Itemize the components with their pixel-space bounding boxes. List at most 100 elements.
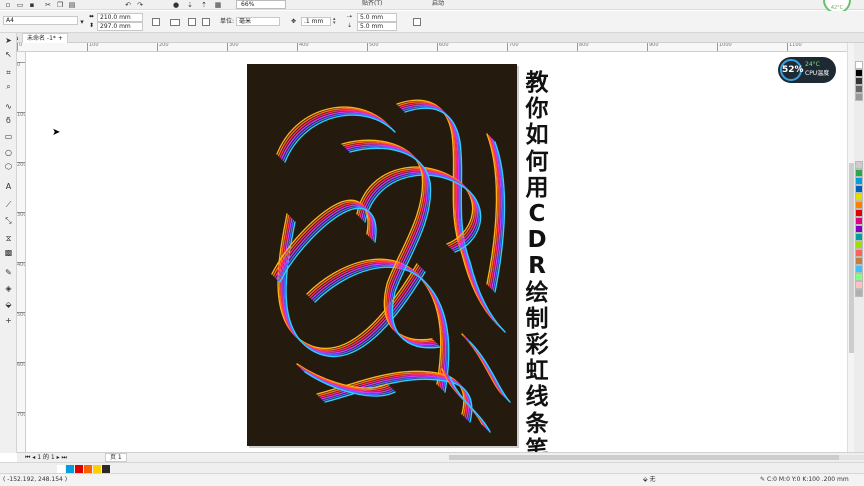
- ellipse-tool-icon[interactable]: ○: [3, 147, 14, 158]
- units-select[interactable]: 毫米: [236, 17, 280, 26]
- horizontal-scrollbar[interactable]: [449, 455, 864, 460]
- palette-swatch[interactable]: [855, 161, 863, 169]
- palette-swatch[interactable]: [855, 209, 863, 217]
- rainbow-stroke: [396, 99, 498, 325]
- shape-tool-icon[interactable]: ↖: [3, 49, 14, 60]
- connector-tool-icon[interactable]: ⤡: [3, 215, 14, 226]
- vertical-ruler[interactable]: 0 100 200 300 400 500 600 700: [17, 52, 26, 452]
- palette-swatch[interactable]: [855, 289, 863, 297]
- palette-swatch[interactable]: [855, 201, 863, 209]
- zoom-tool-icon[interactable]: ⌕: [3, 81, 14, 92]
- doc-palette-swatch[interactable]: [57, 465, 65, 473]
- page-nav-controls[interactable]: ⏮ ◂ 1 的 1 ▸ ⏭: [25, 454, 67, 462]
- scroll-thumb[interactable]: [449, 455, 839, 460]
- color-palette: [854, 43, 864, 453]
- cpu-monitor-widget[interactable]: 52% 24°C CPU温度: [778, 57, 836, 83]
- all-pages-icon[interactable]: [188, 18, 196, 26]
- ruler-tick-label: 200: [157, 43, 169, 51]
- rainbow-stroke: [399, 102, 501, 328]
- transparency-tool-icon[interactable]: ▩: [3, 247, 14, 258]
- nudge-spinner[interactable]: ▴ ▾: [333, 17, 338, 26]
- blend-tool-icon[interactable]: ⧖: [3, 233, 14, 244]
- snap-to-dropdown[interactable]: 贴齐(T): [362, 0, 396, 9]
- palette-swatch[interactable]: [855, 77, 863, 85]
- text-tool-icon[interactable]: A: [3, 181, 14, 192]
- crop-tool-icon[interactable]: ⌗: [3, 67, 14, 78]
- palette-swatch[interactable]: [855, 61, 863, 69]
- doc-palette-swatch[interactable]: [75, 465, 83, 473]
- polygon-tool-icon[interactable]: ⬡: [3, 161, 14, 172]
- palette-swatch[interactable]: [855, 69, 863, 77]
- publish-icon[interactable]: ▦: [214, 1, 222, 9]
- launch-button[interactable]: 启动: [432, 0, 460, 9]
- tab-document[interactable]: 未命名 -1* +: [22, 33, 68, 43]
- doc-palette-swatch[interactable]: [66, 465, 74, 473]
- new-icon[interactable]: ▫: [4, 1, 12, 9]
- draft-mode-icon[interactable]: [413, 18, 421, 26]
- add-tool-icon[interactable]: +: [3, 315, 14, 326]
- palette-swatch[interactable]: [855, 265, 863, 273]
- drawing-canvas[interactable]: ➤ 教你如何用CDR绘制彩虹线条笔刷: [26, 52, 848, 452]
- chevron-down-icon[interactable]: ▾: [78, 18, 86, 26]
- redo-icon[interactable]: ↷: [136, 1, 144, 9]
- horizontal-ruler[interactable]: 0 100 200 300 400 500 600 700 800 900 10…: [17, 43, 847, 52]
- title-char: 笔: [525, 436, 549, 452]
- doc-palette-swatch[interactable]: [102, 465, 110, 473]
- landscape-icon[interactable]: [170, 19, 180, 26]
- vertical-scrollbar[interactable]: [847, 43, 854, 453]
- paste-icon[interactable]: ▤: [68, 1, 76, 9]
- ruler-tick-label: 700: [17, 412, 26, 418]
- palette-swatch[interactable]: [855, 241, 863, 249]
- open-icon[interactable]: ▭: [16, 1, 24, 9]
- rectangle-tool-icon[interactable]: ▭: [3, 131, 14, 142]
- parallel-dimension-icon[interactable]: ⟋: [3, 199, 14, 210]
- add-tab-icon[interactable]: +: [58, 35, 63, 42]
- palette-swatch[interactable]: [855, 93, 863, 101]
- ruler-tick-label: 900: [647, 43, 659, 51]
- palette-swatch[interactable]: [855, 249, 863, 257]
- search-icon[interactable]: ●: [172, 1, 180, 9]
- palette-swatch[interactable]: [855, 233, 863, 241]
- cut-icon[interactable]: ✂: [44, 1, 52, 9]
- ruler-tick-label: 400: [17, 262, 26, 268]
- save-icon[interactable]: ▪: [28, 1, 36, 9]
- palette-swatch[interactable]: [855, 185, 863, 193]
- export-icon[interactable]: ⇡: [200, 1, 208, 9]
- copy-icon[interactable]: ❐: [56, 1, 64, 9]
- palette-swatch[interactable]: [855, 273, 863, 281]
- current-page-icon[interactable]: [202, 18, 210, 26]
- page-height-field[interactable]: 297.0 mm: [97, 22, 143, 31]
- palette-swatch[interactable]: [855, 217, 863, 225]
- interactive-fill-icon[interactable]: ◈: [3, 283, 14, 294]
- title-char: R: [528, 253, 546, 280]
- paper-size-select[interactable]: A4: [3, 16, 78, 25]
- outline-indicator: ✎ C:0 M:0 Y:0 K:100 .200 mm: [760, 476, 849, 483]
- artwork-page[interactable]: [247, 64, 517, 446]
- undo-icon[interactable]: ↶: [124, 1, 132, 9]
- rainbow-stroke: [282, 218, 423, 355]
- pick-tool-icon[interactable]: ➤: [3, 35, 14, 46]
- freehand-tool-icon[interactable]: ∿: [3, 101, 14, 112]
- palette-swatch[interactable]: [855, 225, 863, 233]
- zoom-level-select[interactable]: 66%: [236, 0, 286, 9]
- portrait-icon[interactable]: [152, 18, 160, 26]
- ruler-tick-label: 500: [367, 43, 379, 51]
- duplicate-x-field[interactable]: 5.0 mm: [357, 13, 397, 22]
- duplicate-y-field[interactable]: 5.0 mm: [357, 22, 397, 31]
- page-width-field[interactable]: 210.0 mm: [97, 13, 143, 22]
- palette-swatch[interactable]: [855, 257, 863, 265]
- palette-swatch[interactable]: [855, 177, 863, 185]
- nudge-distance-field[interactable]: .1 mm: [301, 17, 331, 26]
- palette-swatch[interactable]: [855, 193, 863, 201]
- page-tab[interactable]: 页 1: [105, 453, 127, 462]
- doc-palette-swatch[interactable]: [93, 465, 101, 473]
- palette-swatch[interactable]: [855, 281, 863, 289]
- artistic-media-icon[interactable]: ϭ: [3, 115, 14, 126]
- smart-fill-icon[interactable]: ⬙: [3, 299, 14, 310]
- import-icon[interactable]: ⇣: [186, 1, 194, 9]
- eyedropper-tool-icon[interactable]: ✎: [3, 267, 14, 278]
- doc-palette-swatch[interactable]: [84, 465, 92, 473]
- palette-swatch[interactable]: [855, 169, 863, 177]
- title-char: C: [528, 201, 546, 228]
- palette-swatch[interactable]: [855, 85, 863, 93]
